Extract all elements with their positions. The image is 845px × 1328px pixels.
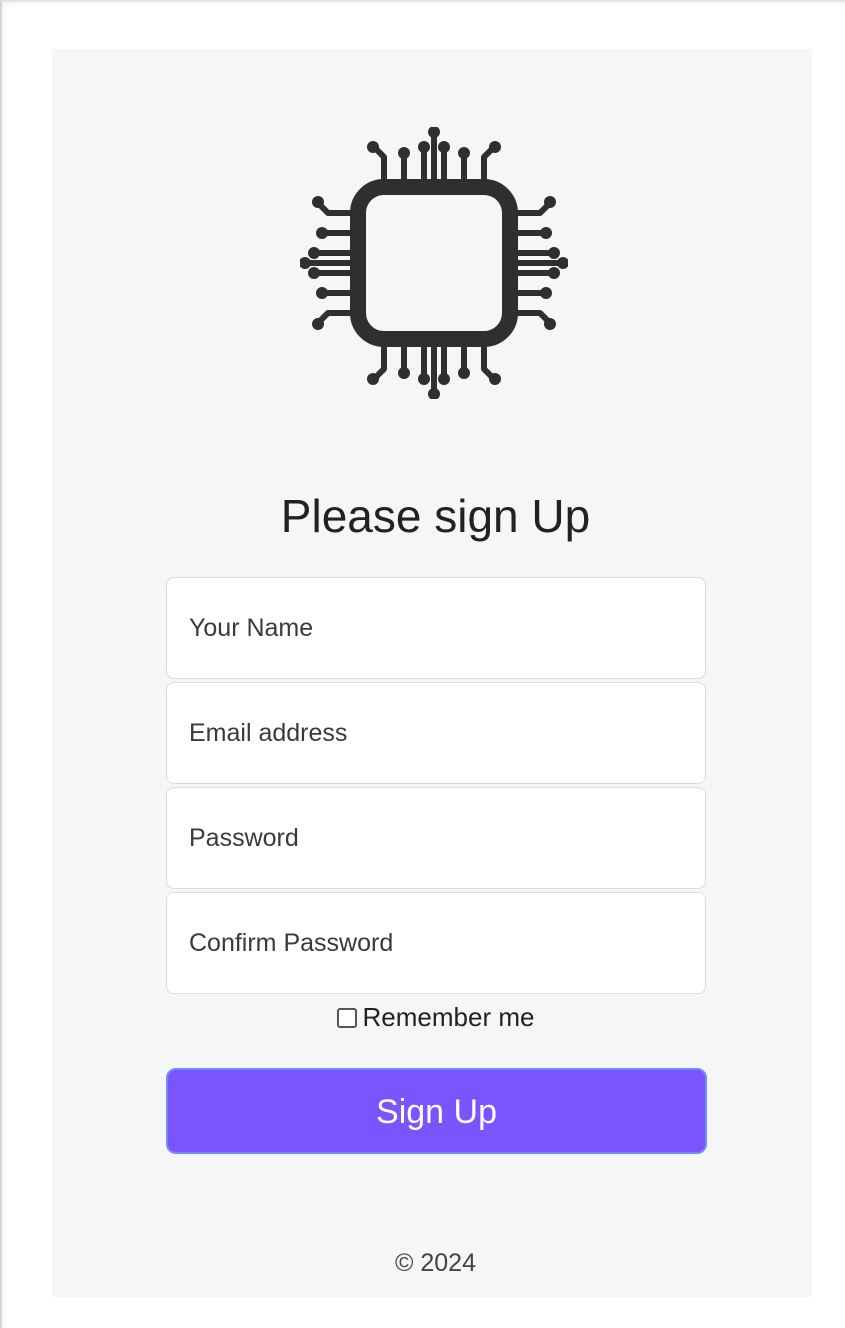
microchip-icon bbox=[300, 127, 568, 399]
name-field-wrapper bbox=[166, 577, 706, 679]
copyright-footer: © 2024 bbox=[395, 1249, 476, 1277]
remember-me: Remember me bbox=[52, 1002, 819, 1033]
password-field-wrapper bbox=[166, 787, 706, 889]
page-title: Please sign Up bbox=[280, 490, 591, 542]
name-input[interactable] bbox=[167, 578, 705, 678]
confirm-password-input[interactable] bbox=[167, 893, 705, 993]
remember-me-label[interactable]: Remember me bbox=[363, 1002, 535, 1032]
confirm-password-field-wrapper bbox=[166, 892, 706, 994]
signup-panel: Please sign Up Remember me Sign Up © 202… bbox=[52, 49, 812, 1297]
signup-fields bbox=[166, 577, 706, 997]
email-field-wrapper bbox=[166, 682, 706, 784]
password-input[interactable] bbox=[167, 788, 705, 888]
remember-me-checkbox[interactable] bbox=[336, 1008, 357, 1028]
email-input[interactable] bbox=[167, 683, 705, 783]
sign-up-button[interactable]: Sign Up bbox=[166, 1068, 707, 1154]
